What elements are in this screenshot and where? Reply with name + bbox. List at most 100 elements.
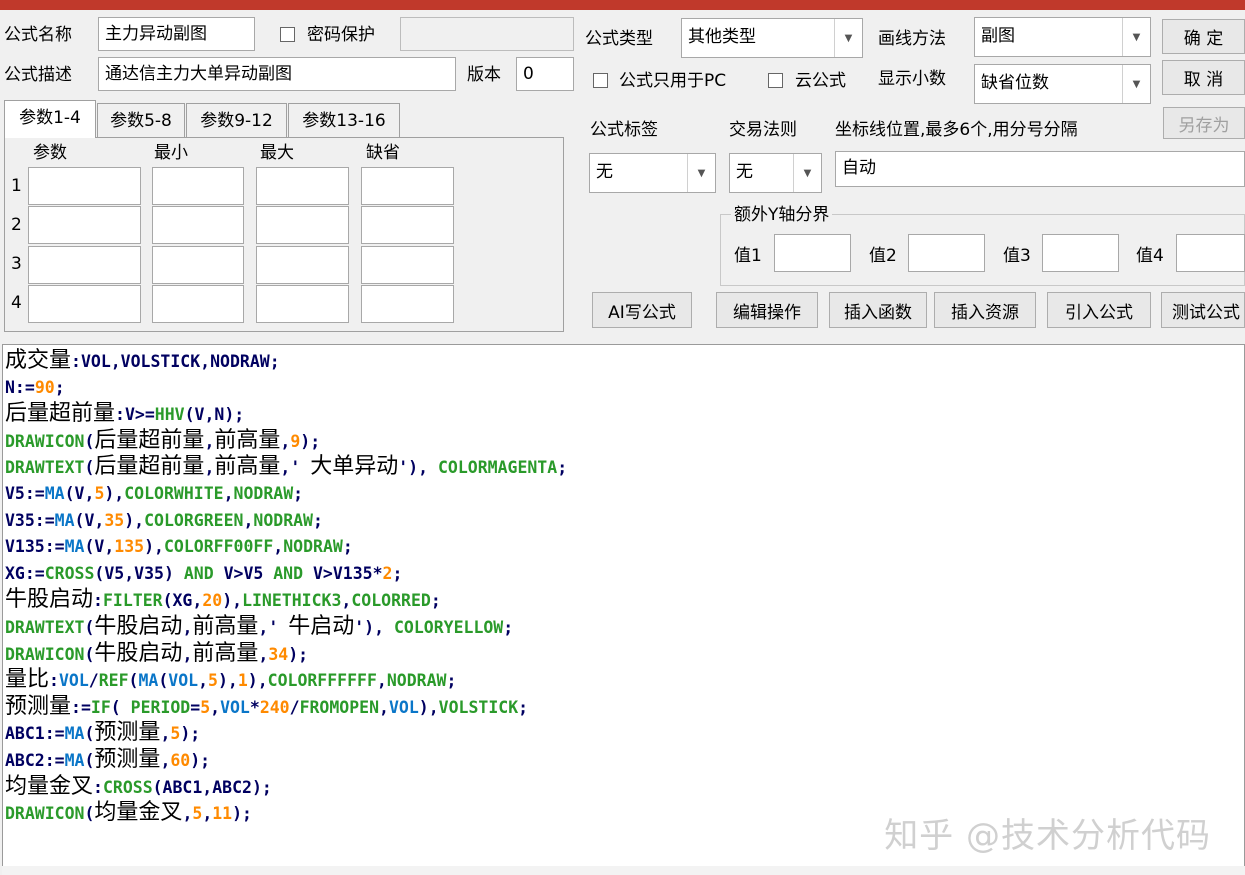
code-line: DRAWICON(牛股启动,前高量,34); [5, 641, 567, 668]
param-1-min-input[interactable] [152, 167, 244, 205]
code-token: (XG, [162, 591, 203, 611]
param-1-max-input[interactable] [256, 167, 349, 205]
horizontal-scrollbar[interactable] [2, 866, 1245, 875]
pc-only-label: 公式只用于PC [619, 71, 727, 91]
code-token: , [273, 537, 284, 557]
cancel-button[interactable]: 取 消 [1162, 60, 1245, 95]
tab-params-13-16[interactable]: 参数13-16 [288, 103, 400, 138]
insert-function-button[interactable]: 插入函数 [829, 292, 927, 328]
formula-tag-select[interactable]: 无 ▼ [589, 153, 716, 193]
code-token: ( [84, 804, 95, 824]
value-3-input[interactable] [1042, 234, 1119, 272]
code-token: ), [124, 510, 145, 530]
code-token: 90 [34, 377, 55, 397]
code-token: , [202, 804, 213, 824]
code-token: '), [398, 458, 438, 478]
code-line: 牛股启动:FILTER(XG,20),LINETHICK3,COLORRED; [5, 587, 567, 614]
chevron-down-icon[interactable]: ▼ [687, 154, 715, 192]
param-3-min-input[interactable] [152, 246, 244, 284]
version-input[interactable]: 0 [516, 57, 574, 91]
test-formula-button[interactable]: 测试公式 [1161, 292, 1245, 328]
formula-code-editor[interactable]: 成交量:VOL,VOLSTICK,NODRAW; N:=90; 后量超前量:V>=H… [2, 344, 1245, 875]
draw-method-value: 副图 [981, 26, 1015, 46]
code-token: / [289, 697, 300, 717]
cloud-formula-label: 云公式 [795, 71, 846, 91]
cloud-formula-checkbox[interactable] [768, 73, 783, 88]
edit-operations-button[interactable]: 编辑操作 [716, 292, 818, 328]
ok-button[interactable]: 确 定 [1162, 19, 1245, 54]
param-4-name-input[interactable] [28, 285, 141, 323]
code-token: PERIOD [130, 697, 191, 717]
formula-desc-input[interactable]: 通达信主力大单异动副图 [98, 57, 456, 91]
code-line: ABC1:=MA(预测量,5); [5, 720, 567, 747]
code-token: CROSS [102, 777, 153, 797]
code-token: ; [503, 617, 514, 637]
code-token: MA [44, 483, 65, 503]
param-row-number: 4 [11, 293, 22, 313]
param-4-min-input[interactable] [152, 285, 244, 323]
param-4-default-input[interactable] [361, 285, 454, 323]
axis-position-input[interactable]: 自动 [835, 151, 1245, 187]
code-token: , [376, 671, 387, 691]
tab-params-5-8[interactable]: 参数5-8 [97, 103, 185, 138]
code-token: 5 [192, 804, 203, 824]
code-token: (V5,V35) [94, 563, 184, 583]
decimals-select[interactable]: 缺省位数 ▼ [974, 64, 1151, 104]
param-3-max-input[interactable] [256, 246, 349, 284]
param-2-name-input[interactable] [28, 206, 141, 244]
param-1-default-input[interactable] [361, 167, 454, 205]
chevron-down-icon[interactable]: ▼ [793, 154, 821, 192]
trade-rule-select[interactable]: 无 ▼ [729, 153, 822, 193]
formula-desc-label: 公式描述 [4, 65, 72, 85]
formula-type-select[interactable]: 其他类型 ▼ [681, 18, 863, 58]
code-line: 量比:VOL/REF(MA(VOL,5),1),COLORFFFFFF,NODR… [5, 667, 567, 694]
code-token: : [49, 671, 59, 691]
param-1-name-input[interactable] [28, 167, 141, 205]
password-input[interactable] [400, 17, 574, 51]
insert-resource-button[interactable]: 插入资源 [934, 292, 1036, 328]
pc-only-checkbox[interactable] [593, 73, 608, 88]
password-checkbox[interactable] [280, 27, 295, 42]
import-formula-button[interactable]: 引入公式 [1047, 292, 1151, 328]
value-2-input[interactable] [908, 234, 985, 272]
code-token: ); [232, 804, 252, 824]
code-token: : [93, 777, 103, 797]
code-token: :VOL,VOLSTICK,NODRAW; [71, 352, 280, 371]
save-as-button[interactable]: 另存为 [1163, 107, 1245, 139]
value-4-input[interactable] [1176, 234, 1245, 272]
param-2-default-input[interactable] [361, 206, 454, 244]
code-token: V5:= [5, 483, 45, 503]
tab-params-9-12[interactable]: 参数9-12 [186, 103, 287, 138]
chevron-down-icon[interactable]: ▼ [1122, 65, 1150, 103]
code-token: 牛股启动 [5, 587, 94, 613]
code-token: , [210, 697, 221, 717]
param-3-default-input[interactable] [361, 246, 454, 284]
param-2-min-input[interactable] [152, 206, 244, 244]
code-token: 量比 [5, 667, 50, 693]
param-4-max-input[interactable] [256, 285, 349, 323]
code-token: ), [247, 671, 268, 691]
param-3-name-input[interactable] [28, 246, 141, 284]
tab-params-1-4[interactable]: 参数1-4 [4, 100, 96, 138]
chevron-down-icon[interactable]: ▼ [1122, 18, 1150, 56]
code-token: ; [430, 591, 441, 611]
code-token: ; [557, 458, 568, 478]
code-token: DRAWTEXT [5, 617, 85, 637]
param-header-min: 最小 [154, 143, 188, 163]
code-token: COLORGREEN [144, 510, 244, 530]
code-token: LINETHICK3 [242, 591, 342, 611]
value-1-input[interactable] [774, 234, 851, 272]
code-token: ; [446, 671, 457, 691]
param-2-max-input[interactable] [256, 206, 349, 244]
draw-method-select[interactable]: 副图 ▼ [974, 17, 1151, 57]
code-token: ); [190, 750, 211, 770]
code-token: DRAWICON [5, 644, 85, 664]
formula-name-input[interactable]: 主力异动副图 [98, 17, 255, 51]
code-token: N:= [5, 377, 35, 397]
ai-write-formula-button[interactable]: AI写公式 [592, 292, 692, 328]
code-token: := [71, 697, 91, 717]
code-token: 20 [202, 591, 223, 611]
code-token: VOL [220, 697, 250, 717]
chevron-down-icon[interactable]: ▼ [834, 19, 862, 57]
code-token: , [182, 644, 193, 664]
